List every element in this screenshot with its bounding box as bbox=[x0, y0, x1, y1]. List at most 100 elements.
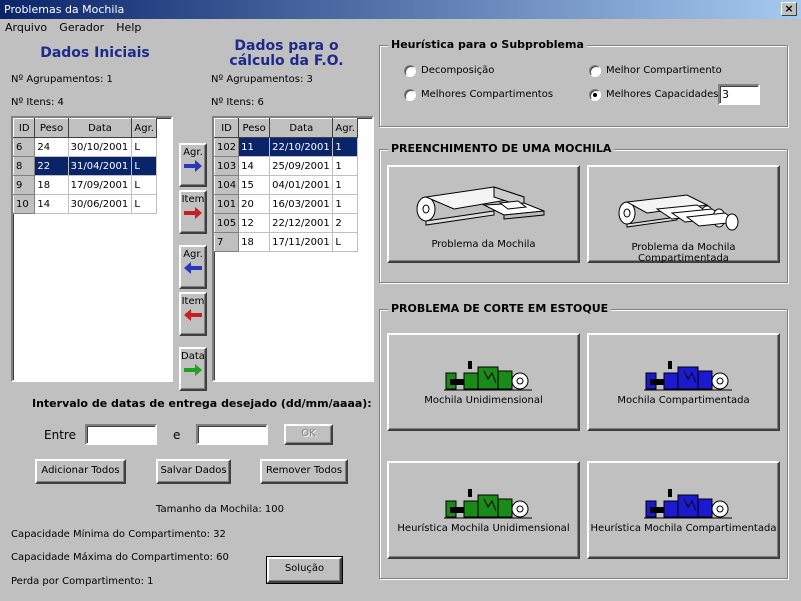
cell-peso: 11 bbox=[238, 137, 271, 157]
initial-data-table[interactable]: ID Peso Data Agr. 6 24 30/10/2001 L 8 22 31/04… bbox=[11, 116, 173, 382]
move-button-label: Data bbox=[181, 351, 205, 362]
date-from-input[interactable] bbox=[85, 424, 157, 445]
radio-melhores-compartimentos-label: Melhores Compartimentos bbox=[421, 89, 554, 100]
move-data-right-button[interactable]: Data bbox=[179, 347, 207, 391]
move-agr-left-button[interactable]: Agr. bbox=[179, 245, 207, 289]
capacity-input[interactable]: 3 bbox=[718, 84, 760, 105]
cell-agr: 2 bbox=[332, 213, 358, 233]
menu-gerador[interactable]: Gerador bbox=[54, 19, 108, 34]
fo-data-table[interactable]: ID Peso Data Agr. 102 11 22/10/2001 1 103 14 2… bbox=[212, 116, 374, 382]
table-row[interactable]: 105 12 22/12/2001 2 bbox=[213, 213, 358, 233]
cell-agr: L bbox=[131, 175, 157, 195]
cell-data: 25/09/2001 bbox=[269, 156, 334, 176]
radio-melhor-compartimento[interactable] bbox=[589, 65, 601, 77]
cell-peso: 12 bbox=[238, 213, 271, 233]
cell-data: 04/01/2001 bbox=[269, 175, 334, 195]
cell-peso: 22 bbox=[34, 156, 69, 176]
add-all-button[interactable]: Adicionar Todos bbox=[35, 459, 126, 484]
compartmented-cut-button[interactable]: Mochila Compartimentada bbox=[587, 333, 780, 431]
table-row[interactable]: 8 22 31/04/2001 L bbox=[12, 156, 157, 176]
cell-peso: 15 bbox=[238, 175, 271, 195]
multi-roll-icon bbox=[618, 194, 739, 231]
compartmented-knapsack-label: Problema da Mochila Compartimentada bbox=[631, 242, 736, 264]
cell-data: 22/10/2001 bbox=[269, 137, 334, 157]
heuristic-unidimensional-button[interactable]: Heurística Mochila Unidimensional bbox=[387, 461, 580, 559]
save-data-button[interactable]: Salvar Dados bbox=[156, 459, 231, 484]
initial-data-title: Dados Iniciais bbox=[40, 45, 150, 61]
table-row[interactable]: 103 14 25/09/2001 1 bbox=[213, 156, 358, 176]
radio-decomposicao[interactable] bbox=[404, 65, 416, 77]
unidimensional-knapsack-button[interactable]: Mochila Unidimensional bbox=[387, 333, 580, 431]
cell-data: 31/04/2001 bbox=[68, 156, 133, 176]
initial-items-count: Nº Itens: 4 bbox=[11, 97, 64, 108]
fill-title: PREENCHIMENTO DE UMA MOCHILA bbox=[388, 142, 615, 155]
cell-peso: 18 bbox=[238, 232, 271, 252]
table-row[interactable]: 101 20 16/03/2001 1 bbox=[213, 194, 358, 214]
knapsack-problem-button[interactable]: Problema da Mochila bbox=[387, 165, 580, 263]
col-id[interactable]: ID bbox=[213, 118, 240, 138]
col-peso[interactable]: Peso bbox=[238, 118, 271, 138]
move-item-right-button[interactable]: Item bbox=[179, 190, 207, 234]
cell-id: 103 bbox=[213, 156, 240, 176]
col-agr[interactable]: Agr. bbox=[332, 118, 358, 138]
cell-id: 9 bbox=[12, 175, 36, 195]
cell-id: 102 bbox=[213, 137, 240, 157]
cell-agr: 1 bbox=[332, 194, 358, 214]
cell-agr: L bbox=[131, 156, 157, 176]
menu-arquivo[interactable]: Arquivo bbox=[0, 19, 51, 34]
fo-title-line2: cálculo da F.O. bbox=[229, 53, 344, 69]
fo-data-title: Dados para o cálculo da F.O. bbox=[214, 39, 359, 69]
col-peso[interactable]: Peso bbox=[34, 118, 69, 138]
table-row[interactable]: 9 18 17/09/2001 L bbox=[12, 175, 157, 195]
cell-data: 22/12/2001 bbox=[269, 213, 334, 233]
menu-help[interactable]: Help bbox=[111, 19, 145, 34]
col-data[interactable]: Data bbox=[67, 118, 133, 138]
radio-melhores-capacidades-label: Melhores Capacidades bbox=[606, 89, 719, 100]
heuristic-compartmented-button[interactable]: Heurística Mochila Compartimentada bbox=[587, 461, 780, 559]
col-id[interactable]: ID bbox=[12, 118, 36, 138]
knapsack-size: Tamanho da Mochila: 100 bbox=[156, 504, 284, 515]
radio-melhores-capacidades[interactable] bbox=[589, 89, 601, 101]
table-row[interactable]: 10 14 30/06/2001 L bbox=[12, 194, 157, 214]
unidimensional-knapsack-label: Mochila Unidimensional bbox=[424, 395, 543, 406]
min-capacity: Capacidade Mínima do Compartimento: 32 bbox=[11, 529, 226, 540]
fo-title-line1: Dados para o bbox=[234, 38, 339, 54]
fo-items-count: Nº Itens: 6 bbox=[211, 97, 264, 108]
table-row[interactable]: 102 11 22/10/2001 1 bbox=[213, 137, 358, 157]
move-agr-right-button[interactable]: Agr. bbox=[179, 143, 207, 187]
cell-agr: 1 bbox=[332, 175, 358, 195]
right-arrow-green-icon bbox=[184, 364, 202, 376]
solution-button[interactable]: Solução bbox=[266, 556, 343, 584]
table-row[interactable]: 7 18 17/11/2001 L bbox=[213, 232, 358, 252]
cell-id: 7 bbox=[213, 232, 240, 252]
heuristic-compartmented-label: Heurística Mochila Compartimentada bbox=[590, 523, 777, 534]
cell-agr: L bbox=[332, 232, 358, 252]
close-button[interactable]: × bbox=[781, 2, 797, 16]
left-arrow-red-icon bbox=[184, 309, 202, 321]
radio-melhores-compartimentos[interactable] bbox=[404, 89, 416, 101]
menu-bar: Arquivo Gerador Help bbox=[0, 19, 801, 37]
col-data[interactable]: Data bbox=[269, 118, 334, 138]
cell-agr: 1 bbox=[332, 156, 358, 176]
table-row[interactable]: 104 15 04/01/2001 1 bbox=[213, 175, 358, 195]
cell-id: 105 bbox=[213, 213, 240, 233]
cell-data: 17/11/2001 bbox=[269, 232, 334, 252]
table-row[interactable]: 6 24 30/10/2001 L bbox=[12, 137, 157, 157]
move-item-left-button[interactable]: Item bbox=[179, 292, 207, 336]
date-to-input[interactable] bbox=[196, 424, 268, 445]
knapsack-problem-label: Problema da Mochila bbox=[431, 239, 536, 250]
cell-data: 30/06/2001 bbox=[68, 194, 133, 214]
heuristic-title: Heurística para o Subproblema bbox=[388, 38, 587, 51]
fo-data-grid: ID Peso Data Agr. 102 11 22/10/2001 1 103 14 2… bbox=[213, 118, 358, 252]
cell-agr: 1 bbox=[332, 137, 358, 157]
cell-peso: 14 bbox=[238, 156, 271, 176]
cutting-machine-icon bbox=[644, 489, 732, 519]
interval-and-label: e bbox=[173, 428, 181, 442]
compartmented-knapsack-button[interactable]: Problema da Mochila Compartimentada bbox=[587, 165, 780, 264]
ok-button[interactable]: OK bbox=[284, 424, 333, 445]
remove-all-button[interactable]: Remover Todos bbox=[260, 459, 348, 484]
col-agr[interactable]: Agr. bbox=[131, 118, 157, 138]
cell-peso: 20 bbox=[238, 194, 271, 214]
max-capacity: Capacidade Máxima do Compartimento: 60 bbox=[11, 552, 229, 563]
interval-between-label: Entre bbox=[44, 428, 76, 442]
